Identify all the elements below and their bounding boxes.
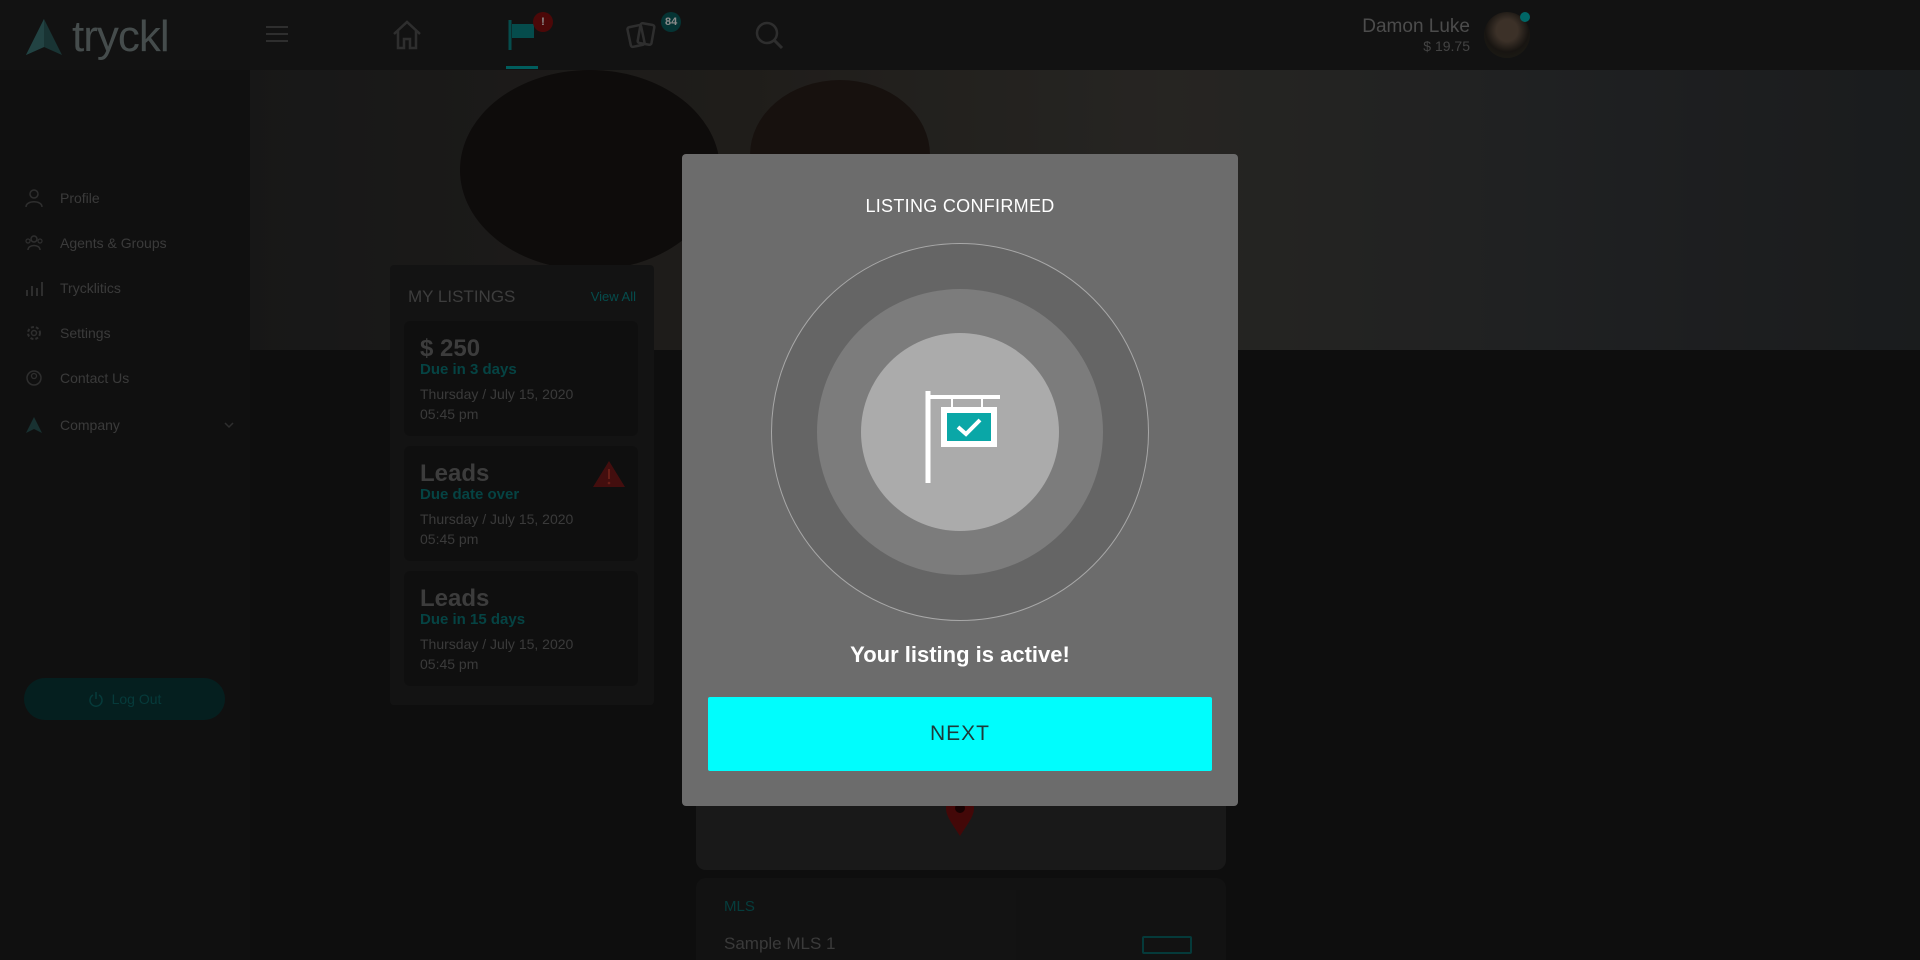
- next-button[interactable]: NEXT: [708, 697, 1212, 771]
- app-root: tryckl ! 84 Damon Luke $ 19.75 Profile A…: [0, 0, 1920, 960]
- listing-sign-check-icon: [925, 391, 1000, 483]
- listing-confirmed-modal: LISTING CONFIRMED Your listing is active…: [682, 154, 1238, 806]
- modal-message: Your listing is active!: [850, 642, 1070, 667]
- modal-title: LISTING CONFIRMED: [865, 196, 1055, 216]
